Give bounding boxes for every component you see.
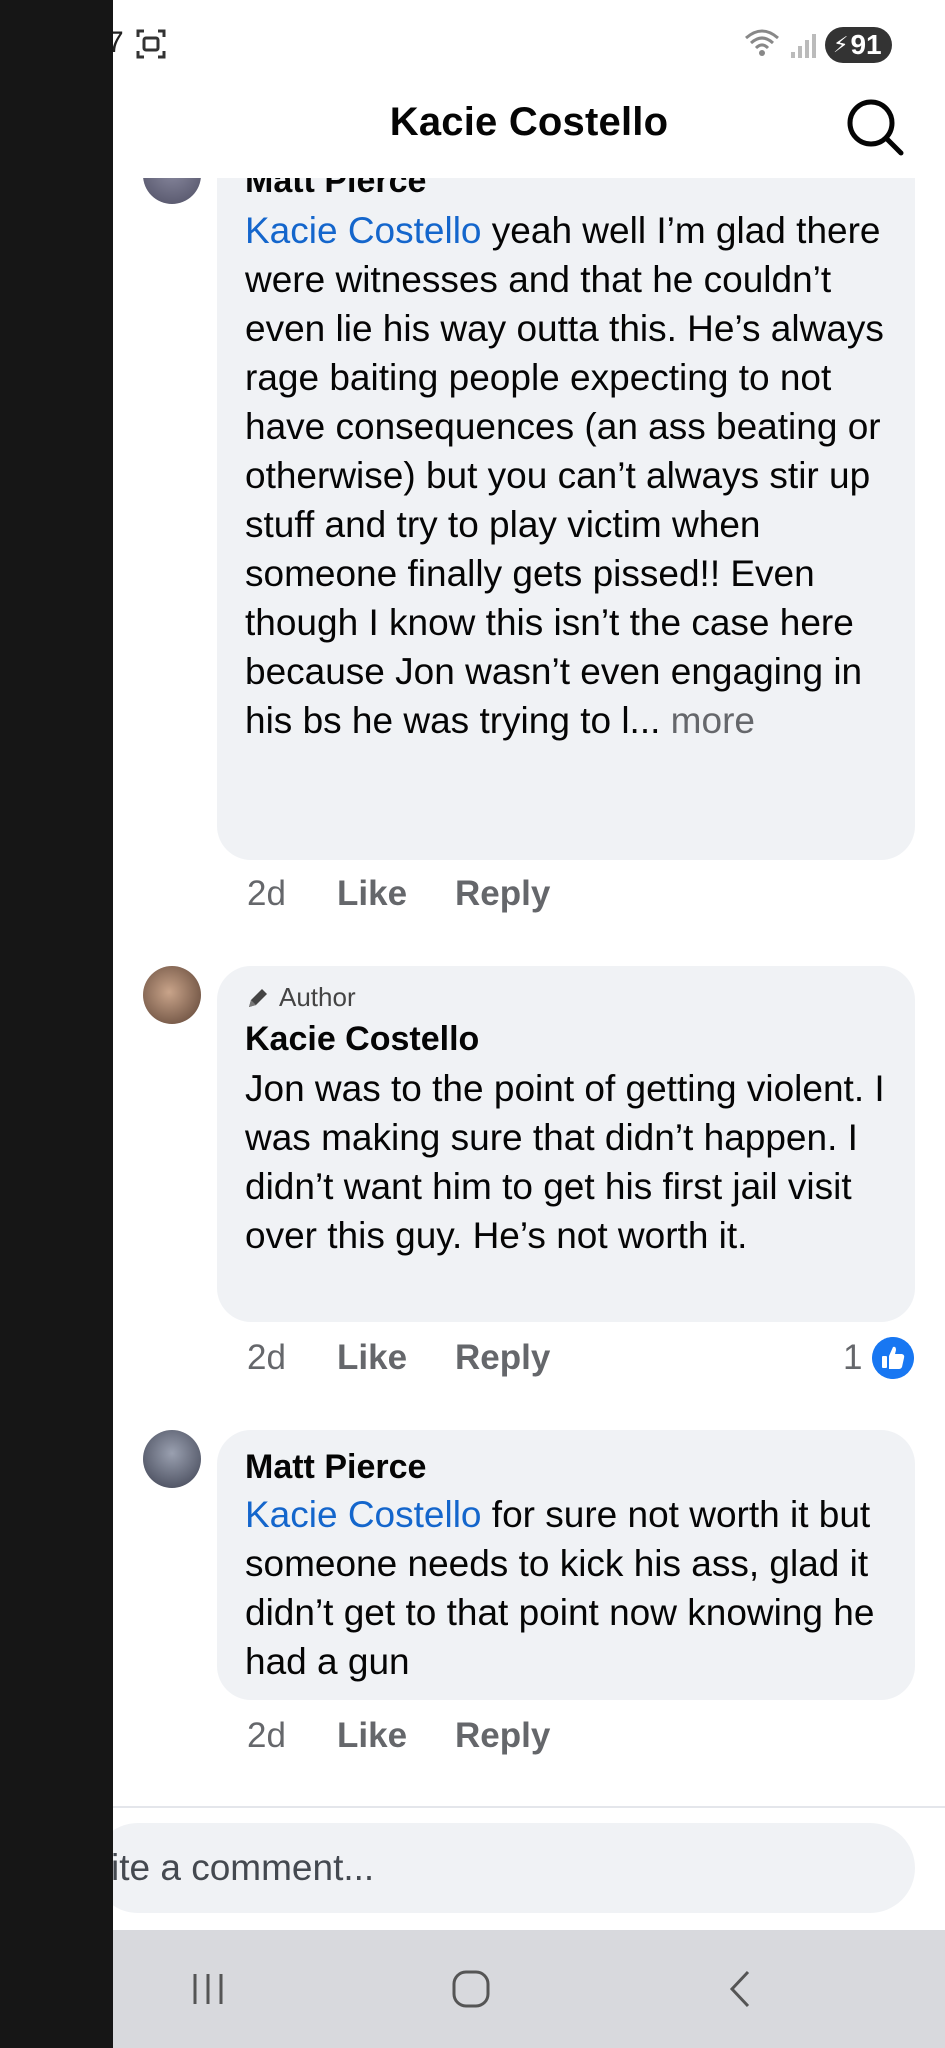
comment-body: yeah well I’m glad there were witnesses … bbox=[245, 210, 884, 741]
comment-bubble: Author Kacie Costello Jon was to the poi… bbox=[217, 966, 915, 1322]
page-title: Kacie Costello bbox=[389, 100, 669, 144]
divider bbox=[113, 1806, 945, 1808]
status-bar: 7 ⚡ 91 bbox=[113, 0, 945, 90]
like-button[interactable]: Like bbox=[337, 1338, 407, 1378]
author-badge: Author bbox=[245, 982, 356, 1013]
status-time: 7 bbox=[113, 26, 124, 59]
battery-level: 91 bbox=[850, 29, 882, 60]
wifi-icon bbox=[745, 29, 779, 56]
facebook-comments-screen: 7 ⚡ 91 Kacie Costello Matt Pierce Kacie … bbox=[113, 0, 945, 2048]
comment-input-placeholder: ite a comment... bbox=[113, 1847, 375, 1888]
reply-button[interactable]: Reply bbox=[455, 1338, 550, 1378]
comment-timestamp: 2d bbox=[247, 1716, 286, 1755]
screen-record-icon bbox=[136, 29, 166, 59]
pencil-icon bbox=[249, 988, 267, 1007]
comment-bubble: Matt Pierce Kacie Costello for sure not … bbox=[217, 1430, 915, 1700]
reply-button[interactable]: Reply bbox=[455, 874, 550, 914]
avatar[interactable] bbox=[143, 966, 201, 1024]
author-badge-label: Author bbox=[279, 982, 356, 1012]
comment-input[interactable]: ite a comment... bbox=[113, 1823, 915, 1913]
mention-link[interactable]: Kacie Costello bbox=[245, 210, 482, 251]
comment-text: Kacie Costello for sure not worth it but… bbox=[245, 1490, 897, 1686]
recents-icon[interactable] bbox=[187, 1968, 229, 2010]
mention-link[interactable]: Kacie Costello bbox=[245, 1494, 482, 1535]
search-icon[interactable] bbox=[844, 96, 906, 158]
comment-bubble: Matt Pierce Kacie Costello yeah well I’m… bbox=[217, 130, 915, 860]
like-button[interactable]: Like bbox=[337, 874, 407, 914]
like-button[interactable]: Like bbox=[337, 1716, 407, 1756]
comment-text: Kacie Costello yeah well I’m glad there … bbox=[245, 206, 897, 745]
home-icon[interactable] bbox=[450, 1968, 492, 2010]
signal-strength-icon bbox=[791, 34, 816, 58]
back-icon[interactable] bbox=[720, 1968, 762, 2010]
header: Kacie Costello bbox=[113, 90, 945, 178]
comment-text: Jon was to the point of getting violent.… bbox=[245, 1064, 897, 1260]
comment-timestamp: 2d bbox=[247, 1338, 286, 1377]
comment-body: Jon was to the point of getting violent.… bbox=[245, 1068, 885, 1256]
battery-indicator: ⚡ 91 bbox=[825, 27, 892, 63]
charging-bolt-icon: ⚡ bbox=[833, 32, 849, 57]
like-reaction-icon[interactable] bbox=[872, 1337, 914, 1379]
reaction-count[interactable]: 1 bbox=[843, 1338, 862, 1378]
reply-button[interactable]: Reply bbox=[455, 1716, 550, 1756]
avatar[interactable] bbox=[143, 1430, 201, 1488]
comment-author[interactable]: Kacie Costello bbox=[245, 1020, 479, 1059]
see-more-link[interactable]: more bbox=[660, 700, 755, 741]
comment-author[interactable]: Matt Pierce bbox=[245, 1448, 426, 1487]
navigation-bar bbox=[113, 1930, 945, 2048]
left-black-margin bbox=[0, 0, 113, 2048]
comment-timestamp: 2d bbox=[247, 874, 286, 913]
